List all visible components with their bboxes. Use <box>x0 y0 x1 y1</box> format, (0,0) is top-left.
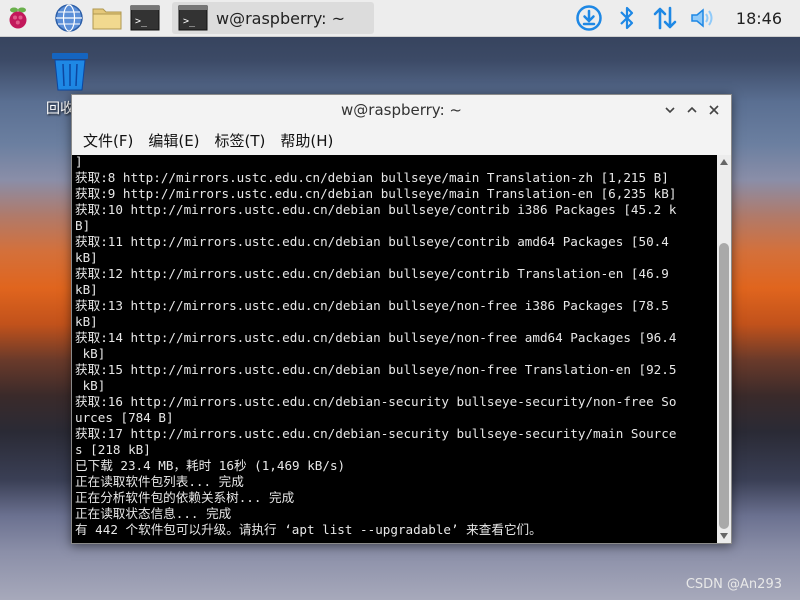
network-button[interactable] <box>646 0 684 36</box>
terminal-launcher-button[interactable]: >_ <box>126 0 164 36</box>
terminal-icon: >_ <box>130 5 160 31</box>
scroll-up-button[interactable] <box>717 155 731 169</box>
terminal-line: 正在分析软件包的依赖关系树... 完成 <box>75 490 295 505</box>
terminal-text: ] 获取:8 http://mirrors.ustc.edu.cn/debian… <box>72 155 676 538</box>
terminal-line: 获取:13 http://mirrors.ustc.edu.cn/debian … <box>75 298 669 313</box>
menu-help[interactable]: 帮助(H) <box>273 130 340 151</box>
window-title: w@raspberry: ~ <box>341 101 462 119</box>
top-panel: >_ >_ w@raspberry: ~ 18:46 <box>0 0 800 37</box>
terminal-line: 已下载 23.4 MB，耗时 16秒 (1,469 kB/s) <box>75 458 346 473</box>
network-icon <box>653 6 677 30</box>
file-manager-icon <box>92 8 122 30</box>
scrollbar-thumb[interactable] <box>719 243 729 529</box>
terminal-line: 获取:17 http://mirrors.ustc.edu.cn/debian-… <box>75 426 677 441</box>
arrow-down-icon <box>720 533 728 539</box>
terminal-line: 获取:8 http://mirrors.ustc.edu.cn/debian b… <box>75 170 669 185</box>
terminal-line: 获取:12 http://mirrors.ustc.edu.cn/debian … <box>75 266 669 281</box>
menu-bar: 文件(F) 编辑(E) 标签(T) 帮助(H) <box>72 125 731 156</box>
trash-desktop-icon[interactable] <box>44 50 96 96</box>
terminal-line: kB] <box>75 250 98 265</box>
raspberry-menu-button[interactable] <box>0 0 36 36</box>
terminal-line: kB] <box>75 314 98 329</box>
terminal-line: kB] <box>75 378 106 393</box>
taskbar-terminal-window[interactable]: >_ w@raspberry: ~ <box>172 2 374 34</box>
terminal-line: kB] <box>75 282 98 297</box>
menu-edit[interactable]: 编辑(E) <box>141 130 206 151</box>
terminal-line: 正在读取状态信息... 完成 <box>75 506 232 521</box>
watermark: CSDN @An293 <box>685 577 782 592</box>
scroll-down-button[interactable] <box>717 529 731 543</box>
volume-button[interactable] <box>684 0 722 36</box>
terminal-output[interactable]: ] 获取:8 http://mirrors.ustc.edu.cn/debian… <box>72 155 717 543</box>
menu-file[interactable]: 文件(F) <box>76 130 140 151</box>
file-manager-button[interactable] <box>88 0 126 36</box>
window-titlebar[interactable]: w@raspberry: ~ <box>72 95 731 125</box>
arrow-up-icon <box>720 159 728 165</box>
download-icon <box>576 5 602 31</box>
bluetooth-icon <box>620 6 633 30</box>
close-button[interactable] <box>703 101 725 119</box>
updates-button[interactable] <box>570 0 608 36</box>
terminal-window: w@raspberry: ~ 文件(F) 编辑(E) 标签(T) 帮助(H) ]… <box>71 94 732 544</box>
terminal-icon: >_ <box>178 5 208 31</box>
terminal-line: ] <box>75 155 83 169</box>
svg-text:>_: >_ <box>183 16 196 27</box>
trash-label: 回收站 <box>46 101 72 117</box>
terminal-line: 有 442 个软件包可以升级。请执行 ‘apt list --upgradabl… <box>75 522 542 537</box>
minimize-button[interactable] <box>659 101 681 119</box>
maximize-icon <box>687 106 697 113</box>
terminal-line: 获取:9 http://mirrors.ustc.edu.cn/debian b… <box>75 186 677 201</box>
terminal-line: s [218 kB] <box>75 442 151 457</box>
terminal-line: 获取:14 http://mirrors.ustc.edu.cn/debian … <box>75 330 677 345</box>
terminal-line: urces [784 B] <box>75 410 174 425</box>
raspberry-menu-icon <box>9 7 27 29</box>
trash-icon <box>52 53 88 91</box>
terminal-line: 获取:16 http://mirrors.ustc.edu.cn/debian-… <box>75 394 677 409</box>
terminal-line: B] <box>75 218 91 233</box>
svg-text:>_: >_ <box>135 16 148 27</box>
taskbar-window-label: w@raspberry: ~ <box>216 8 346 28</box>
terminal-line: 获取:10 http://mirrors.ustc.edu.cn/debian … <box>75 202 677 217</box>
web-browser-icon <box>55 4 83 32</box>
web-browser-button[interactable] <box>50 0 88 36</box>
system-tray: 18:46 <box>570 0 800 36</box>
maximize-button[interactable] <box>681 101 703 119</box>
terminal-line: 获取:11 http://mirrors.ustc.edu.cn/debian … <box>75 234 669 249</box>
terminal-line: 正在读取软件包列表... 完成 <box>75 474 244 489</box>
volume-icon <box>691 8 713 28</box>
terminal-line: 获取:15 http://mirrors.ustc.edu.cn/debian … <box>75 362 677 377</box>
minimize-icon <box>665 107 675 114</box>
terminal-scrollbar[interactable] <box>717 155 731 543</box>
close-icon <box>709 105 719 115</box>
terminal-line: kB] <box>75 346 106 361</box>
bluetooth-button[interactable] <box>608 0 646 36</box>
menu-tabs[interactable]: 标签(T) <box>208 130 273 151</box>
clock[interactable]: 18:46 <box>736 9 782 28</box>
